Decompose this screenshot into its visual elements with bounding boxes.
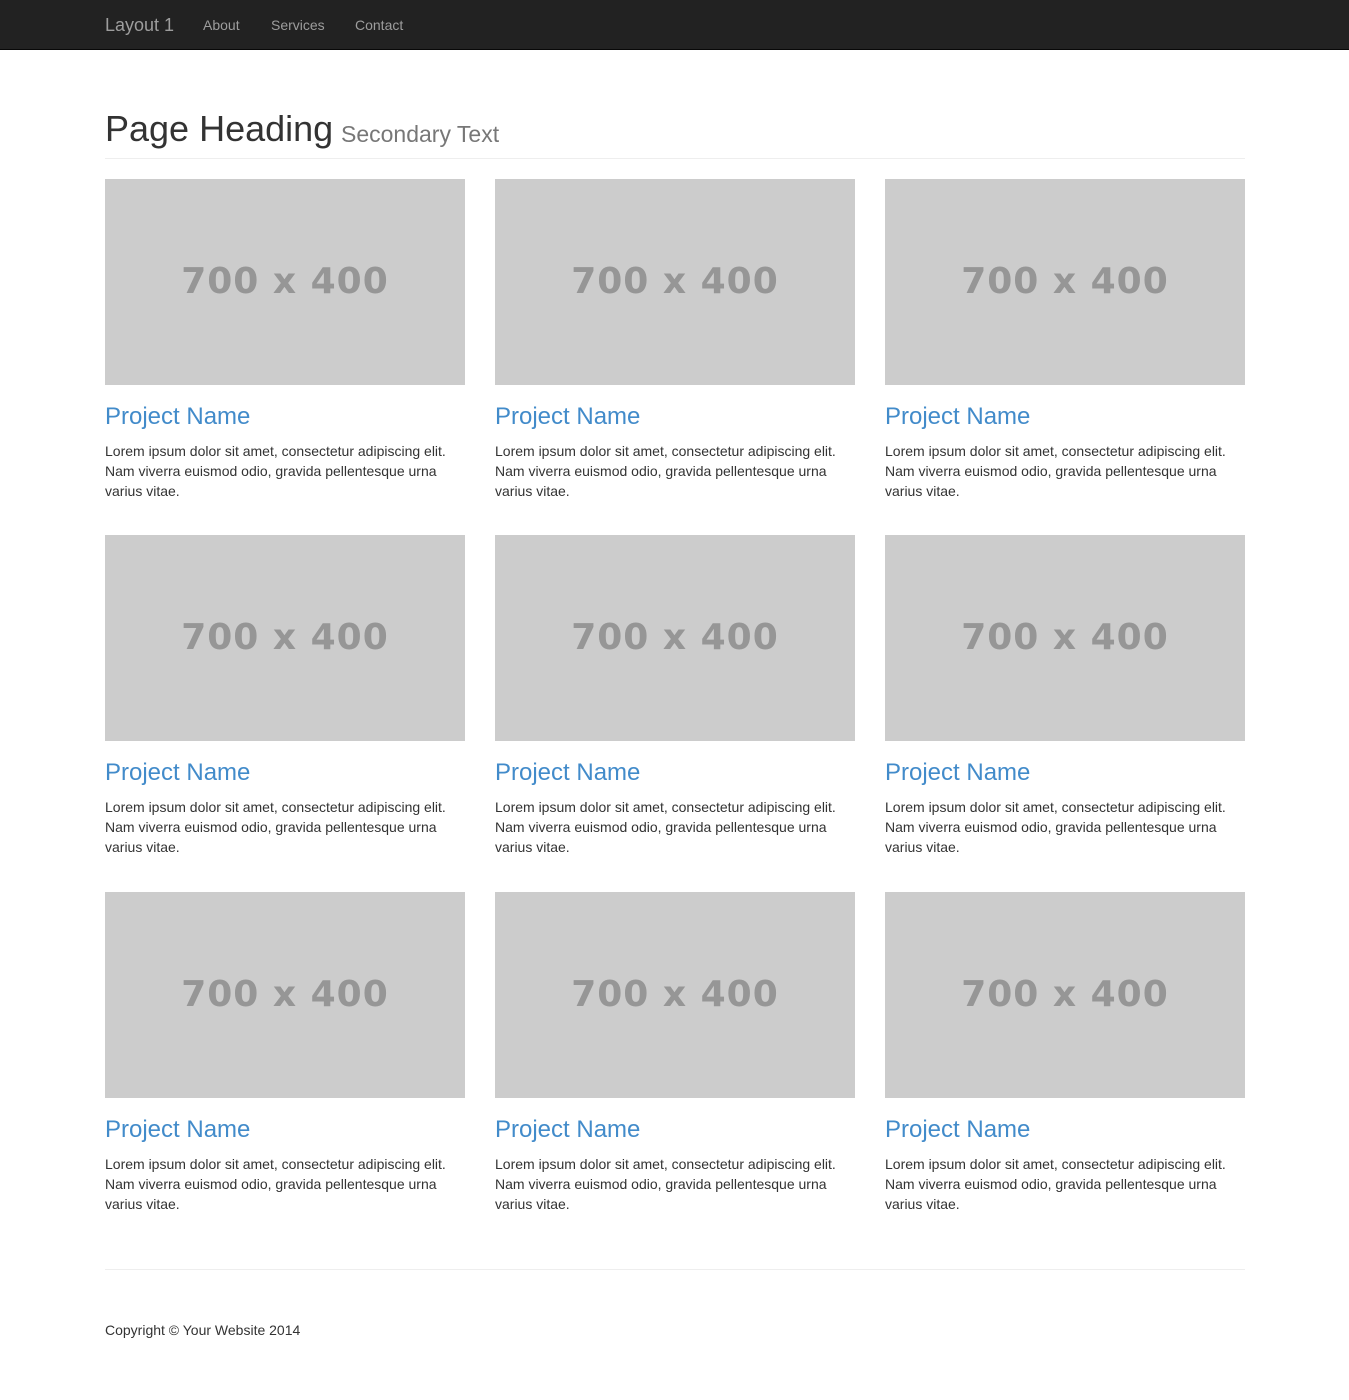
project-description: Lorem ipsum dolor sit amet, consectetur … [495,799,836,855]
project-description: Lorem ipsum dolor sit amet, consectetur … [885,1156,1226,1212]
top-navbar: Layout 1 About Services Contact [0,0,1349,50]
page-title: Page Heading [105,108,334,149]
project-image[interactable]: 700 x 400 [105,535,465,741]
project-title-link[interactable]: Project Name [105,403,250,431]
image-placeholder-label: 700 x 400 [571,617,779,658]
nav-link-services[interactable]: Services [271,0,325,50]
image-placeholder-label: 700 x 400 [181,974,389,1015]
project-description: Lorem ipsum dolor sit amet, consectetur … [495,1156,836,1212]
project-image[interactable]: 700 x 400 [885,179,1245,385]
project-image[interactable]: 700 x 400 [495,179,855,385]
project-title-link[interactable]: Project Name [885,759,1030,787]
image-placeholder-label: 700 x 400 [181,261,389,302]
project-image[interactable]: 700 x 400 [495,892,855,1098]
project-title-link[interactable]: Project Name [495,759,640,787]
project-description: Lorem ipsum dolor sit amet, consectetur … [885,799,1226,855]
project-image[interactable]: 700 x 400 [105,892,465,1098]
project-title-link[interactable]: Project Name [105,759,250,787]
page-subtitle: Secondary Text [341,121,500,147]
image-placeholder-label: 700 x 400 [571,261,779,302]
project-image[interactable]: 700 x 400 [885,892,1245,1098]
footer-divider [105,1269,1245,1270]
page-header: Page Heading Secondary Text [105,106,1245,159]
project-image[interactable]: 700 x 400 [495,535,855,741]
project-title-link[interactable]: Project Name [495,403,640,431]
project-description: Lorem ipsum dolor sit amet, consectetur … [495,443,836,499]
image-placeholder-label: 700 x 400 [961,617,1169,658]
image-placeholder-label: 700 x 400 [961,974,1169,1015]
project-description: Lorem ipsum dolor sit amet, consectetur … [105,443,446,499]
nav-link-about[interactable]: About [203,0,240,50]
image-placeholder-label: 700 x 400 [181,617,389,658]
project-image[interactable]: 700 x 400 [105,179,465,385]
footer-copyright: Copyright © Your Website 2014 [105,1322,301,1338]
project-image[interactable]: 700 x 400 [885,535,1245,741]
nav-link-contact[interactable]: Contact [355,0,403,50]
project-description: Lorem ipsum dolor sit amet, consectetur … [105,1156,446,1212]
project-description: Lorem ipsum dolor sit amet, consectetur … [885,443,1226,499]
project-title-link[interactable]: Project Name [495,1116,640,1144]
navbar-brand[interactable]: Layout 1 [105,0,174,50]
project-title-link[interactable]: Project Name [885,1116,1030,1144]
image-placeholder-label: 700 x 400 [961,261,1169,302]
project-title-link[interactable]: Project Name [105,1116,250,1144]
project-description: Lorem ipsum dolor sit amet, consectetur … [105,799,446,855]
project-title-link[interactable]: Project Name [885,403,1030,431]
image-placeholder-label: 700 x 400 [571,974,779,1015]
